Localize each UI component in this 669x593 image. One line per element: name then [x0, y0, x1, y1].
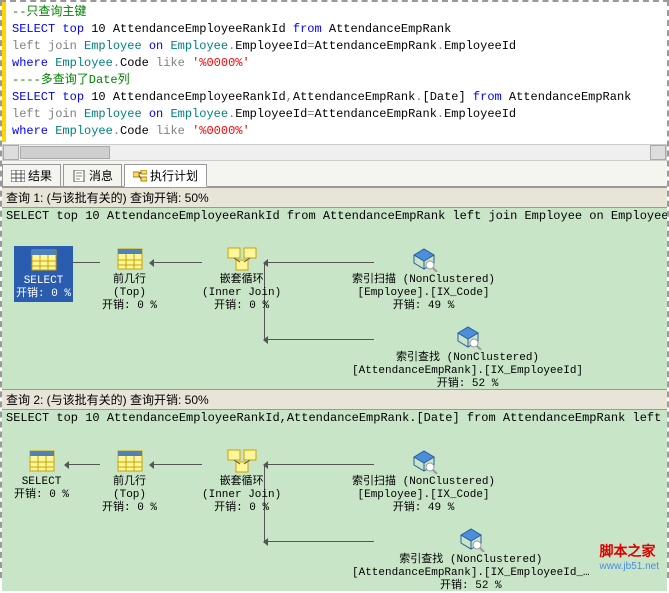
code-line[interactable]: left join Employee on Employee.EmployeeI…: [12, 38, 667, 55]
node-label: 开销: 49 %: [352, 300, 495, 313]
code-line[interactable]: --只查询主键: [12, 4, 667, 21]
query-sql-text[interactable]: SELECT top 10 AttendanceEmployeeRankId,A…: [2, 410, 667, 426]
node-label: [AttendanceEmpRank].[IX_EmployeeId]: [352, 365, 583, 378]
plan-node-join[interactable]: 嵌套循环(Inner Join)开销: 0 %: [202, 246, 281, 313]
tab-label: 消息: [89, 167, 113, 184]
grid-icon: [11, 170, 25, 182]
seek-icon: [452, 324, 484, 350]
top-icon: [114, 246, 146, 272]
watermark: 脚本之家 www.jb51.net: [600, 541, 659, 572]
node-label: 索引扫描 (NonClustered): [352, 476, 495, 489]
node-label: 开销: 52 %: [352, 378, 583, 391]
node-label: 开销: 0 %: [202, 300, 281, 313]
query-header: 查询 2: (与该批有关的) 查询开销: 50%: [2, 389, 667, 410]
node-label: 开销: 0 %: [102, 502, 157, 515]
select-icon: [28, 247, 60, 273]
plan-node-seek2[interactable]: 索引查找 (NonClustered)[AttendanceEmpRank].[…: [352, 526, 590, 593]
code-line[interactable]: SELECT top 10 AttendanceEmployeeRankId f…: [12, 21, 667, 38]
scroll-thumb[interactable]: [20, 146, 110, 159]
plan-arrow: [65, 464, 100, 465]
plan-node-select[interactable]: SELECT开销: 0 %: [14, 448, 69, 502]
top-icon: [114, 448, 146, 474]
plan-arrow: [150, 262, 202, 263]
node-label: 嵌套循环: [202, 274, 281, 287]
watermark-url: www.jb51.net: [600, 561, 659, 572]
plan-node-seek1[interactable]: 索引扫描 (NonClustered)[Employee].[IX_Code]开…: [352, 448, 495, 515]
tab-执行计划[interactable]: 执行计划: [124, 164, 207, 187]
scroll-left-arrow[interactable]: [3, 145, 19, 160]
node-label: SELECT: [16, 275, 71, 288]
seek-icon: [408, 246, 440, 272]
result-tabs: 结果 消息 执行计划: [2, 161, 667, 187]
seek-icon: [408, 448, 440, 474]
tab-消息[interactable]: 消息: [63, 164, 122, 186]
plan-node-seek2[interactable]: 索引查找 (NonClustered)[AttendanceEmpRank].[…: [352, 324, 583, 391]
node-label: 开销: 49 %: [352, 502, 495, 515]
plan-node-select[interactable]: SELECT开销: 0 %: [14, 246, 73, 302]
plan-icon: [133, 170, 147, 182]
node-label: 前几行: [102, 274, 157, 287]
select-icon: [26, 448, 58, 474]
node-label: 开销: 0 %: [14, 489, 69, 502]
watermark-brand: 脚本之家: [600, 543, 656, 559]
node-label: 开销: 0 %: [102, 300, 157, 313]
tab-结果[interactable]: 结果: [2, 164, 61, 186]
node-label: 索引扫描 (NonClustered): [352, 274, 495, 287]
node-label: SELECT: [14, 476, 69, 489]
plan-node-top[interactable]: 前几行(Top)开销: 0 %: [102, 448, 157, 515]
plan-node-seek1[interactable]: 索引扫描 (NonClustered)[Employee].[IX_Code]开…: [352, 246, 495, 313]
node-label: (Top): [102, 287, 157, 300]
node-label: [AttendanceEmpRank].[IX_EmployeeId_…: [352, 567, 590, 580]
node-label: [Employee].[IX_Code]: [352, 287, 495, 300]
node-label: 索引查找 (NonClustered): [352, 554, 590, 567]
plan-arrow: [150, 464, 202, 465]
code-line[interactable]: SELECT top 10 AttendanceEmployeeRankId,A…: [12, 89, 667, 106]
plan-canvas[interactable]: SELECT开销: 0 %前几行(Top)开销: 0 %嵌套循环(Inner J…: [2, 224, 667, 389]
node-label: (Inner Join): [202, 287, 281, 300]
plan-canvas[interactable]: SELECT开销: 0 %前几行(Top)开销: 0 %嵌套循环(Inner J…: [2, 426, 667, 591]
query-sql-text[interactable]: SELECT top 10 AttendanceEmployeeRankId f…: [2, 208, 667, 224]
node-label: 开销: 0 %: [16, 288, 71, 301]
code-line[interactable]: where Employee.Code like '%0000%': [12, 123, 667, 140]
plan-node-top[interactable]: 前几行(Top)开销: 0 %: [102, 246, 157, 313]
tab-label: 执行计划: [150, 167, 198, 184]
node-label: (Top): [102, 489, 157, 502]
plan-node-join[interactable]: 嵌套循环(Inner Join)开销: 0 %: [202, 448, 281, 515]
code-line[interactable]: left join Employee on Employee.EmployeeI…: [12, 106, 667, 123]
node-label: 索引查找 (NonClustered): [352, 352, 583, 365]
execution-plan-area: 查询 1: (与该批有关的) 查询开销: 50%SELECT top 10 At…: [2, 187, 667, 591]
tab-label: 结果: [28, 167, 52, 184]
join-icon: [226, 448, 258, 474]
node-label: 开销: 0 %: [202, 502, 281, 515]
editor-h-scrollbar[interactable]: [2, 144, 667, 161]
join-icon: [226, 246, 258, 272]
code-line[interactable]: ----多查询了Date列: [12, 72, 667, 89]
code-line[interactable]: where Employee.Code like '%0000%': [12, 55, 667, 72]
seek-icon: [455, 526, 487, 552]
node-label: 前几行: [102, 476, 157, 489]
node-label: 开销: 52 %: [352, 580, 590, 593]
sql-editor[interactable]: --只查询主键SELECT top 10 AttendanceEmployeeR…: [2, 2, 667, 142]
node-label: (Inner Join): [202, 489, 281, 502]
scroll-right-arrow[interactable]: [650, 145, 666, 160]
node-label: 嵌套循环: [202, 476, 281, 489]
query-header: 查询 1: (与该批有关的) 查询开销: 50%: [2, 187, 667, 208]
doc-icon: [72, 170, 86, 182]
node-label: [Employee].[IX_Code]: [352, 489, 495, 502]
